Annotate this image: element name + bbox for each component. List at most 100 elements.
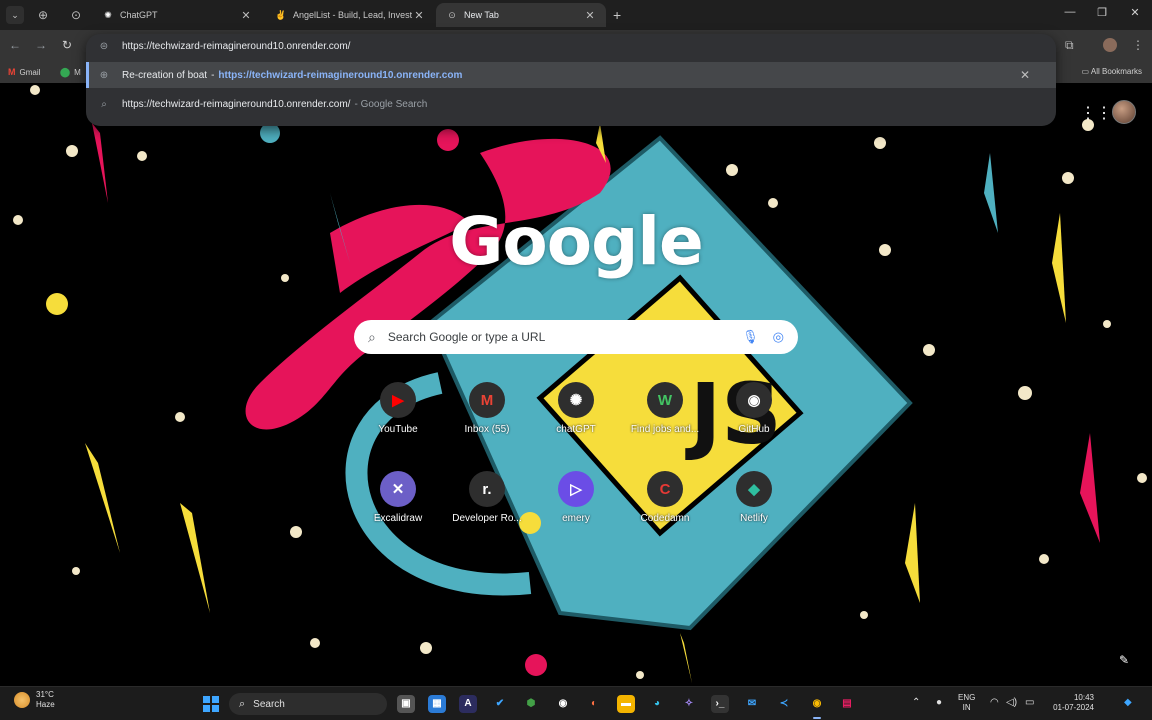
firefox-icon[interactable]: ◐ (585, 695, 603, 713)
reload-icon[interactable]: ↻ (59, 37, 75, 53)
notification-icon[interactable]: ◆ (1124, 697, 1132, 708)
bookmark-label: Gmail (19, 67, 41, 77)
gmail-icon: M (8, 67, 16, 77)
microphone-icon[interactable]: 🎙 (742, 329, 759, 345)
window-close-icon[interactable]: ✕ (1125, 6, 1145, 19)
suggestion-row[interactable]: ⊕ Re-creation of boat - https://techwiza… (86, 62, 1056, 88)
forward-arrow-icon[interactable]: → (33, 37, 49, 53)
address-input[interactable]: ⊜ https://techwizard-reimagineround10.on… (86, 34, 1056, 58)
shortcut-find-jobs[interactable]: W Find jobs and... (620, 382, 710, 435)
lang-line2: IN (962, 703, 971, 712)
profile-avatar[interactable] (1103, 38, 1117, 52)
shortcut-label: Netlify (740, 513, 768, 524)
battery-icon[interactable]: ▭ (1025, 697, 1034, 708)
emery-icon: ▷ (558, 471, 594, 507)
volume-icon[interactable]: ◁) (1006, 697, 1017, 708)
remove-suggestion-icon[interactable]: ✕ (1020, 68, 1030, 82)
tab-strip: ⌄ ⊕ ⊙ ✺ ChatGPT ✕ ✌ AngelList - Build, L… (0, 0, 1152, 30)
clock-time: 10:43 (1073, 693, 1094, 702)
omnibox-dropdown: ⊜ https://techwizard-reimagineround10.on… (86, 34, 1056, 126)
suggestion-title: Re-creation of boat (122, 69, 208, 81)
weather-temp: 31°C (36, 690, 54, 699)
mail-icon[interactable]: ✉ (743, 695, 761, 713)
weather-widget[interactable]: 31°C Haze (14, 690, 55, 710)
tab-new-tab[interactable]: ⊙ New Tab ✕ (436, 3, 606, 27)
roadmap-icon: r. (469, 471, 505, 507)
shortcut-label: GitHub (738, 424, 770, 435)
photos-icon[interactable]: ▦ (428, 695, 446, 713)
search-placeholder[interactable]: Search Google or type a URL (388, 330, 742, 344)
windows-start-icon[interactable] (203, 696, 219, 712)
new-tab-plus-icon[interactable]: + (613, 7, 621, 23)
shortcut-excalidraw[interactable]: ✕ Excalidraw (353, 471, 443, 524)
all-bookmarks-label: All Bookmarks (1090, 67, 1142, 76)
shortcut-label: Find jobs and... (630, 424, 700, 435)
tab-title: ChatGPT (120, 10, 158, 20)
clock[interactable]: 10:43 01-07-2024 (1046, 693, 1094, 713)
netlify-icon: ◆ (736, 471, 772, 507)
file-explorer-icon[interactable]: ▬ (617, 695, 635, 713)
shortcut-label: Developer Ro... (452, 513, 522, 524)
chrome-icon[interactable]: ◉ (808, 695, 826, 719)
terminal-icon[interactable]: ›_ (711, 695, 729, 713)
node-hexagon-icon[interactable]: ⬢ (522, 695, 540, 713)
bookmark-gmail[interactable]: M Gmail (8, 67, 40, 77)
pinned-tab-chrome-icon[interactable]: ⊙ (68, 7, 84, 23)
shortcut-developer-roadmap[interactable]: r. Developer Ro... (442, 471, 532, 524)
chatgpt-icon: ✺ (104, 10, 112, 20)
taskbar-search[interactable]: ⌕ Search (229, 693, 387, 715)
account-avatar[interactable] (1112, 100, 1136, 124)
todo-check-icon[interactable]: ✔ (491, 695, 509, 713)
minimize-icon[interactable]: — (1060, 6, 1080, 18)
tab-search-button[interactable]: ⌄ (6, 6, 24, 24)
all-bookmarks[interactable]: ▭ All Bookmarks (1082, 67, 1142, 76)
shortcut-label: Codedamn (640, 513, 690, 524)
youtube-icon: ▶ (380, 382, 416, 418)
ntp-search-box[interactable]: ⌕ Search Google or type a URL 🎙 ◎ (354, 320, 798, 354)
taskbar: 31°C Haze ⌕ Search ▣ ▦ A ✔ ⬢ ◉ ◐ ▬ ◕ ✧ ›… (0, 686, 1152, 720)
github-icon[interactable]: ◉ (554, 695, 572, 713)
ai-assistant-icon[interactable]: A (459, 695, 477, 713)
shortcut-emery[interactable]: ▷ emery (531, 471, 621, 524)
close-icon[interactable]: ✕ (584, 9, 596, 22)
suggestion-subtext: - Google Search (354, 98, 428, 110)
shortcut-github[interactable]: ◉ GitHub (709, 382, 799, 435)
shortcut-label: YouTube (378, 424, 418, 435)
bookmark-maps[interactable]: ⬤ M (60, 67, 81, 78)
tab-angellist[interactable]: ✌ AngelList - Build, Lead, Invest ✕ (265, 3, 435, 27)
chevron-up-icon[interactable]: ⌃ (912, 697, 920, 708)
google-lens-icon[interactable]: ◎ (773, 329, 784, 345)
language-indicator[interactable]: ENG IN (958, 693, 975, 713)
shortcut-chatgpt[interactable]: ✺ chatGPT (531, 382, 621, 435)
edge-icon[interactable]: ◕ (648, 695, 666, 713)
wifi-icon[interactable]: ◠ (990, 697, 999, 708)
microphone-icon[interactable]: ● (936, 697, 942, 708)
address-value[interactable]: https://techwizard-reimagineround10.onre… (122, 41, 350, 52)
shortcut-youtube[interactable]: ▶ YouTube (353, 382, 443, 435)
kebab-menu-icon[interactable]: ⋮ (1132, 38, 1144, 52)
shortcut-label: chatGPT (556, 424, 596, 435)
close-icon[interactable]: ✕ (413, 9, 425, 22)
restore-icon[interactable]: ❐ (1092, 6, 1112, 19)
suggestion-row[interactable]: ⌕ https://techwizard-reimagineround10.on… (86, 91, 1056, 117)
chatgpt-icon: ✺ (558, 382, 594, 418)
calculator-icon[interactable]: ▤ (838, 695, 856, 713)
back-arrow-icon[interactable]: ← (7, 37, 23, 53)
wellfound-icon: W (647, 382, 683, 418)
customize-pencil-icon[interactable]: ✎ (1119, 653, 1129, 667)
suggestion-url: https://techwizard-reimagineround10.onre… (218, 69, 463, 81)
copilot-icon[interactable]: ✧ (680, 695, 698, 713)
shortcut-netlify[interactable]: ◆ Netlify (709, 471, 799, 524)
task-view-icon[interactable]: ▣ (397, 695, 415, 713)
suggestion-separator: - (211, 69, 215, 81)
pinned-tab-globe-icon[interactable]: ⊕ (35, 7, 51, 23)
extensions-icon[interactable]: ⧉ (1065, 38, 1074, 53)
shortcut-codedamn[interactable]: C Codedamn (620, 471, 710, 524)
vscode-icon[interactable]: ≺ (775, 695, 793, 713)
close-icon[interactable]: ✕ (240, 9, 252, 22)
shortcut-label: emery (562, 513, 590, 524)
tab-chatgpt[interactable]: ✺ ChatGPT ✕ (92, 3, 262, 27)
shortcut-inbox[interactable]: M Inbox (55) (442, 382, 532, 435)
weather-desc: Haze (36, 700, 55, 709)
suggestion-query: https://techwizard-reimagineround10.onre… (122, 98, 351, 110)
